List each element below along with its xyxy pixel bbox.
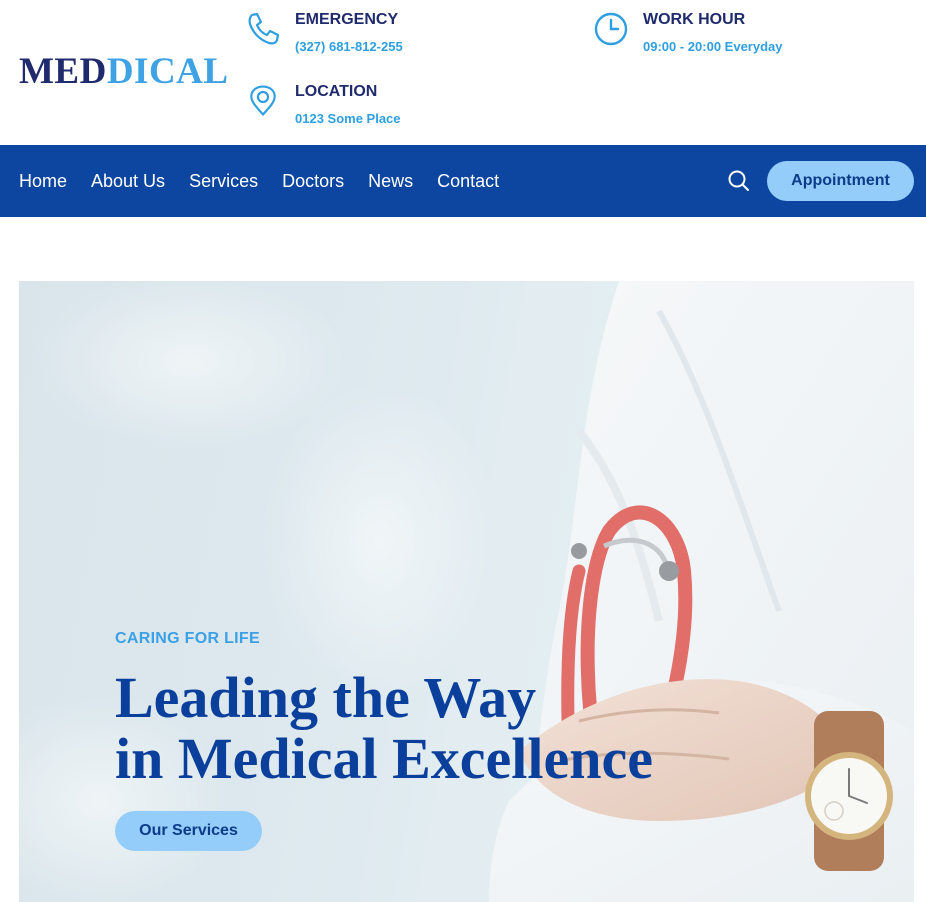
nav-item-contact[interactable]: Contact [437, 171, 499, 191]
search-icon[interactable] [727, 169, 751, 193]
nav-item-home[interactable]: Home [19, 171, 67, 191]
brand-logo-part2: DICAL [106, 51, 229, 92]
appointment-button[interactable]: Appointment [767, 161, 914, 201]
hero-headline-line1: Leading the Way [115, 665, 537, 730]
nav-item-news[interactable]: News [368, 171, 413, 191]
nav-item-doctors[interactable]: Doctors [282, 171, 344, 191]
clock-icon [593, 11, 629, 47]
brand-logo[interactable]: MEDDICAL [19, 52, 229, 92]
emergency-title: EMERGENCY [295, 11, 399, 28]
location-title: LOCATION [295, 83, 378, 100]
nav-links: Home About Us Services Doctors News Cont… [19, 145, 523, 217]
emergency-phone[interactable]: (327) 681-812-255 [295, 39, 403, 55]
map-pin-icon [245, 83, 281, 119]
work-hour-title: WORK HOUR [643, 11, 746, 28]
our-services-button[interactable]: Our Services [115, 811, 262, 851]
hero-kicker: CARING FOR LIFE [115, 630, 260, 647]
main-navigation: Home About Us Services Doctors News Cont… [0, 145, 926, 217]
phone-icon [245, 11, 281, 47]
brand-logo-part1: MED [19, 51, 107, 92]
hero-headline-line2: in Medical Excellence [115, 726, 653, 791]
hero-headline: Leading the Way in Medical Excellence [115, 667, 653, 789]
work-hour-value: 09:00 - 20:00 Everyday [643, 39, 783, 54]
doctor-photo [19, 281, 914, 902]
nav-item-about-us[interactable]: About Us [91, 171, 165, 191]
hero-banner: CARING FOR LIFE Leading the Way in Medic… [19, 281, 914, 902]
location-address: 0123 Some Place [295, 111, 401, 126]
nav-item-services[interactable]: Services [189, 171, 258, 191]
top-info-bar: MEDDICAL EMERGENCY (327) 681-812-255 LOC… [0, 0, 926, 145]
